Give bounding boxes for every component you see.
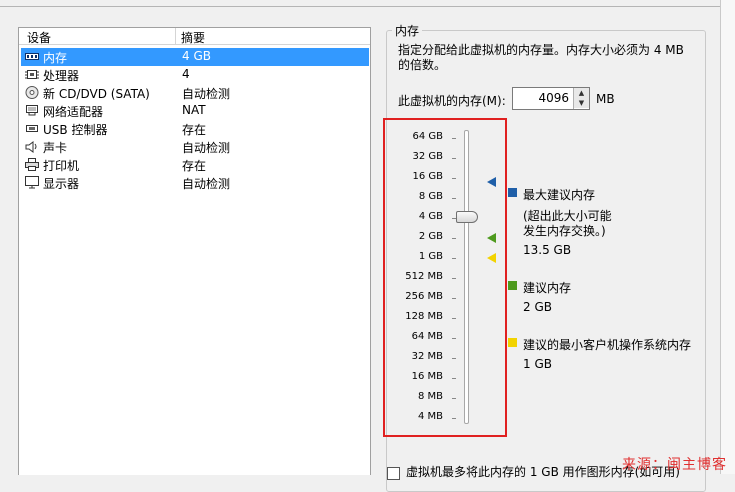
slider-tick-label: 32 MB bbox=[411, 351, 443, 362]
max-legend-note2: 发生内存交换。) bbox=[523, 224, 606, 238]
max-legend-value: 13.5 GB bbox=[523, 243, 572, 257]
slider-tick-mark bbox=[452, 238, 456, 239]
slider-tick-label: 8 MB bbox=[417, 391, 443, 402]
spin-down-button[interactable]: ▼ bbox=[574, 98, 589, 108]
device-summary: 自动检测 bbox=[182, 141, 231, 155]
slider-tick-label: 4 GB bbox=[418, 211, 443, 222]
device-name: 显示器 bbox=[43, 177, 80, 191]
max-legend-label: 最大建议内存 bbox=[523, 188, 596, 202]
sound-icon bbox=[25, 140, 39, 153]
slider-tick-label: 16 GB bbox=[412, 171, 443, 182]
memory-icon bbox=[25, 50, 39, 63]
device-summary: 存在 bbox=[182, 159, 207, 173]
memory-group-title: 内存 bbox=[392, 22, 423, 39]
window-top-edge bbox=[0, 0, 735, 7]
spin-buttons: ▲ ▼ bbox=[573, 88, 589, 109]
device-summary: NAT bbox=[182, 103, 206, 117]
slider-tick-mark bbox=[452, 298, 456, 299]
device-row-cd[interactable]: 新 CD/DVD (SATA) 自动检测 bbox=[21, 84, 369, 102]
recommended-legend-value: 2 GB bbox=[523, 300, 552, 314]
device-name: 新 CD/DVD (SATA) bbox=[43, 87, 150, 101]
device-summary: 存在 bbox=[182, 123, 207, 137]
window-right-edge bbox=[720, 0, 735, 474]
memory-size-label: 此虚拟机的内存(M): bbox=[398, 94, 506, 108]
device-name: 打印机 bbox=[43, 159, 80, 173]
memory-slider-thumb[interactable] bbox=[456, 211, 478, 223]
min-guest-legend-value: 1 GB bbox=[523, 357, 552, 371]
recommended-legend-swatch bbox=[508, 281, 517, 290]
header-summary[interactable]: 摘要 bbox=[181, 29, 205, 46]
column-divider[interactable] bbox=[175, 28, 176, 44]
slider-tick-label: 64 MB bbox=[411, 331, 443, 342]
slider-tick-mark bbox=[452, 398, 456, 399]
max-recommended-marker bbox=[487, 177, 496, 187]
slider-tick-label: 16 MB bbox=[411, 371, 443, 382]
device-row-network[interactable]: 网络适配器 NAT bbox=[21, 102, 369, 120]
device-row-sound[interactable]: 声卡 自动检测 bbox=[21, 138, 369, 156]
device-summary: 4 bbox=[182, 67, 190, 81]
slider-tick-label: 1 GB bbox=[418, 251, 443, 262]
device-name: 网络适配器 bbox=[43, 105, 104, 119]
slider-tick-mark bbox=[452, 318, 456, 319]
slider-tick-label: 256 MB bbox=[405, 291, 443, 302]
spin-up-button[interactable]: ▲ bbox=[574, 88, 589, 98]
slider-tick-label: 8 GB bbox=[418, 191, 443, 202]
display-icon bbox=[25, 176, 39, 189]
slider-tick-mark bbox=[452, 278, 456, 279]
slider-tick-label: 2 GB bbox=[418, 231, 443, 242]
slider-tick-mark bbox=[452, 338, 456, 339]
slider-tick-label: 4 MB bbox=[417, 411, 443, 422]
device-summary: 4 GB bbox=[182, 49, 211, 63]
slider-tick-mark bbox=[452, 158, 456, 159]
slider-tick-label: 64 GB bbox=[412, 131, 443, 142]
device-row-display[interactable]: 显示器 自动检测 bbox=[21, 174, 369, 192]
device-name: 声卡 bbox=[43, 141, 68, 155]
max-legend-swatch bbox=[508, 188, 517, 197]
memory-unit-label: MB bbox=[596, 92, 615, 106]
device-row-cpu[interactable]: 处理器 4 bbox=[21, 66, 369, 84]
device-name: 处理器 bbox=[43, 69, 80, 83]
device-name: USB 控制器 bbox=[43, 123, 108, 137]
watermark: 来源：闽主博客 bbox=[622, 457, 727, 473]
device-summary: 自动检测 bbox=[182, 177, 231, 191]
slider-tick-mark bbox=[452, 138, 456, 139]
device-name: 内存 bbox=[43, 51, 68, 65]
cpu-icon bbox=[25, 68, 39, 81]
recommended-marker bbox=[487, 233, 496, 243]
min-guest-legend-label: 建议的最小客户机操作系统内存 bbox=[523, 338, 692, 352]
device-row-printer[interactable]: 打印机 存在 bbox=[21, 156, 369, 174]
slider-tick-mark bbox=[452, 198, 456, 199]
slider-tick-mark bbox=[452, 178, 456, 179]
device-row-memory[interactable]: 内存 4 GB bbox=[21, 48, 369, 66]
memory-size-value[interactable]: 4096 bbox=[538, 91, 569, 105]
slider-tick-label: 128 MB bbox=[405, 311, 443, 322]
header-device[interactable]: 设备 bbox=[27, 29, 51, 46]
memory-description: 指定分配给此虚拟机的内存量。内存大小必须为 4 MB 的倍数。 bbox=[398, 43, 684, 72]
slider-tick-label: 512 MB bbox=[405, 271, 443, 282]
usb-icon bbox=[25, 122, 39, 135]
recommended-legend-label: 建议内存 bbox=[523, 281, 572, 295]
device-list[interactable]: 设备 摘要 内存 4 GB 处理器 4 新 CD/DVD (SATA) 自动检测… bbox=[18, 27, 371, 475]
slider-tick-mark bbox=[452, 358, 456, 359]
memory-size-spinbox[interactable]: 4096 ▲ ▼ bbox=[512, 87, 590, 110]
min-guest-marker bbox=[487, 253, 496, 263]
min-guest-legend-swatch bbox=[508, 338, 517, 347]
slider-tick-label: 32 GB bbox=[412, 151, 443, 162]
slider-tick-mark bbox=[452, 378, 456, 379]
memory-slider-track[interactable] bbox=[464, 130, 469, 424]
network-icon bbox=[25, 104, 39, 117]
list-header: 设备 摘要 bbox=[19, 28, 370, 45]
slider-tick-mark bbox=[452, 258, 456, 259]
slider-tick-mark bbox=[452, 418, 456, 419]
printer-icon bbox=[25, 158, 39, 171]
device-summary: 自动检测 bbox=[182, 87, 231, 101]
device-row-usb[interactable]: USB 控制器 存在 bbox=[21, 120, 369, 138]
cd-icon bbox=[25, 86, 39, 99]
